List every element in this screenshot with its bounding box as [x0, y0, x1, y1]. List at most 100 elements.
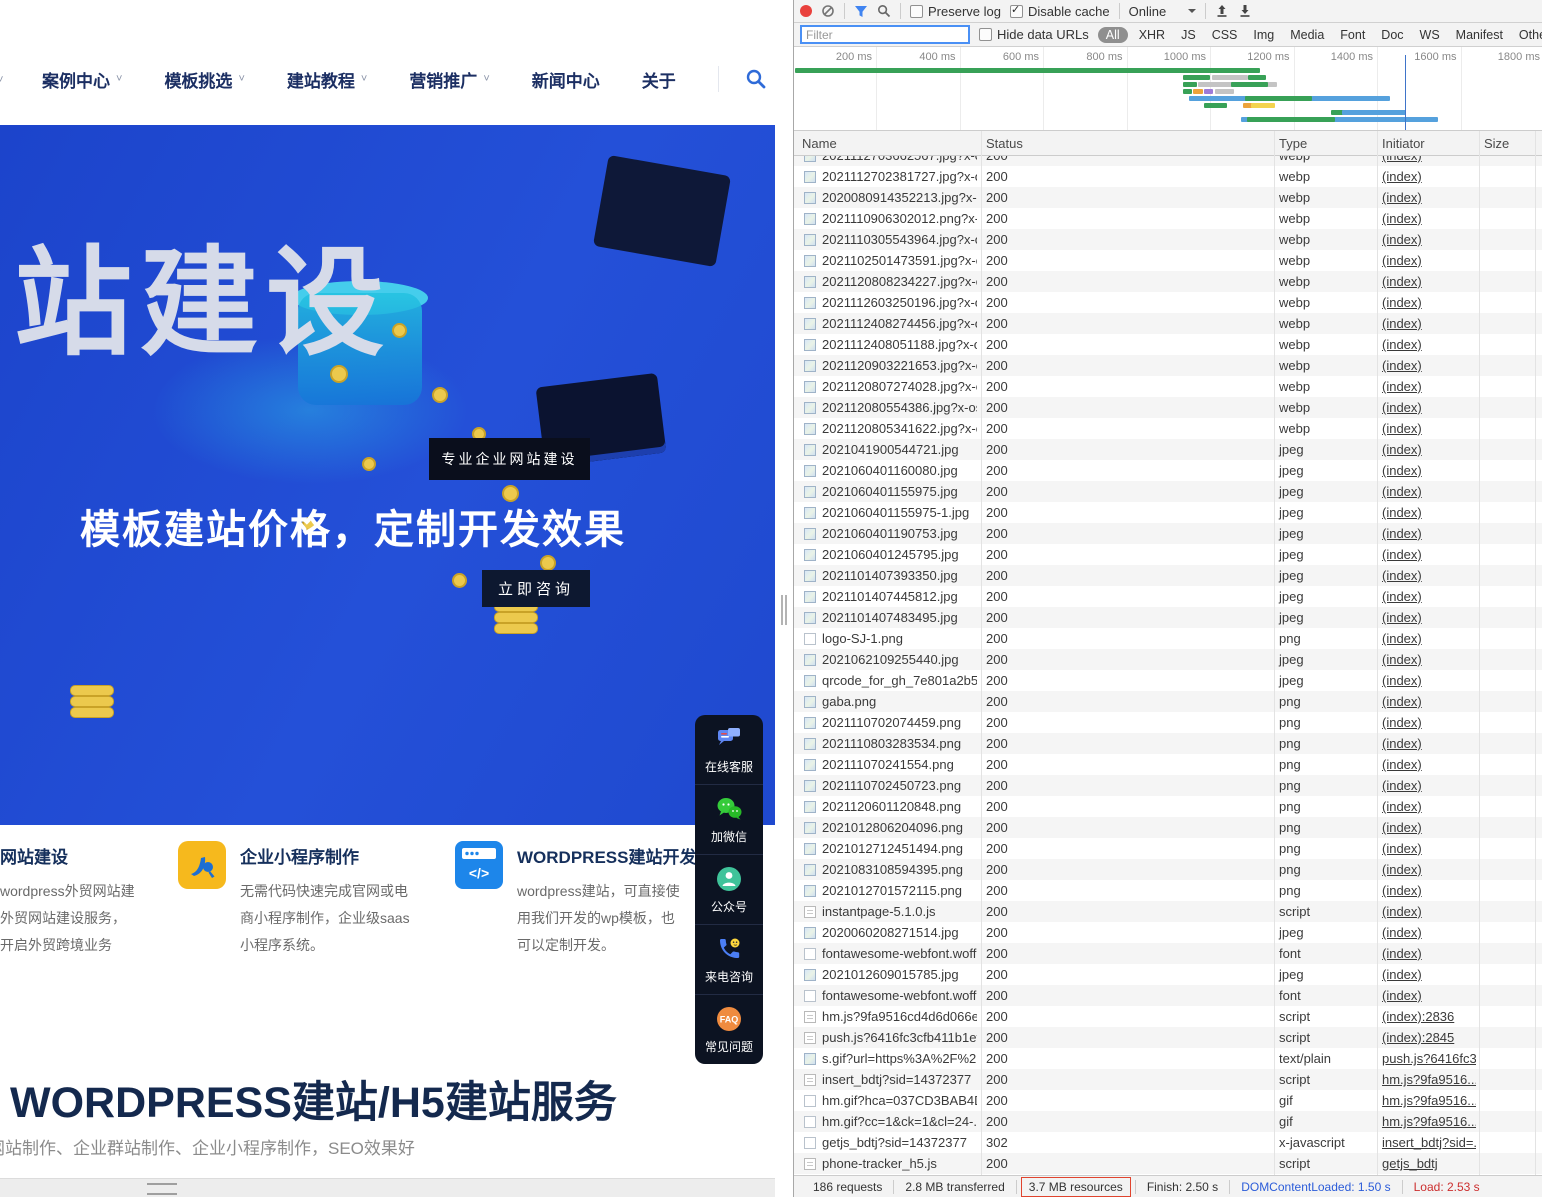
table-row[interactable]: 2021060401155975-1.jpg200jpeg(index)	[794, 502, 1542, 523]
table-row[interactable]: 2021012609015785.jpg200jpeg(index)	[794, 964, 1542, 985]
search-icon[interactable]	[877, 4, 891, 18]
request-initiator-link[interactable]: (index)	[1382, 610, 1476, 625]
filter-type-xhr[interactable]: XHR	[1134, 27, 1170, 43]
request-initiator-link[interactable]: (index)	[1382, 169, 1476, 184]
network-overview-waterfall[interactable]: 200 ms400 ms600 ms800 ms1000 ms1200 ms14…	[794, 47, 1542, 131]
contact-item-4[interactable]: FAQ常见问题	[695, 995, 763, 1064]
contact-item-1[interactable]: 加微信	[695, 785, 763, 855]
request-initiator-link[interactable]: (index)	[1382, 694, 1476, 709]
filter-type-font[interactable]: Font	[1335, 27, 1370, 43]
record-button[interactable]	[800, 5, 812, 17]
request-initiator-link[interactable]: (index)	[1382, 400, 1476, 415]
table-row[interactable]: 2021060401160080.jpg200jpeg(index)	[794, 460, 1542, 481]
table-row[interactable]: 2021012806204096.png200png(index)	[794, 817, 1542, 838]
filter-type-doc[interactable]: Doc	[1376, 27, 1408, 43]
horizontal-scroll-handle[interactable]	[147, 1183, 177, 1195]
request-initiator-link[interactable]: getjs_bdtj	[1382, 1156, 1476, 1171]
table-row[interactable]: hm.gif?hca=037CD3BAB4DA...200gifhm.js?9f…	[794, 1090, 1542, 1111]
filter-type-img[interactable]: Img	[1248, 27, 1279, 43]
table-row[interactable]: 2021060401155975.jpg200jpeg(index)	[794, 481, 1542, 502]
request-initiator-link[interactable]: (index)	[1382, 652, 1476, 667]
request-initiator-link[interactable]: (index)	[1382, 358, 1476, 373]
network-conditions-dropdown[interactable]: Online	[1129, 4, 1197, 19]
request-initiator-link[interactable]: (index)	[1382, 862, 1476, 877]
request-initiator-link[interactable]: (index)	[1382, 820, 1476, 835]
table-row[interactable]: 2021110702074459.png200png(index)	[794, 712, 1542, 733]
request-initiator-link[interactable]: (index)	[1382, 526, 1476, 541]
request-initiator-link[interactable]: (index)	[1382, 715, 1476, 730]
table-row[interactable]: 2021101407445812.jpg200jpeg(index)	[794, 586, 1542, 607]
table-row[interactable]: 2021120903221653.jpg?x-oss...200webp(ind…	[794, 355, 1542, 376]
table-row[interactable]: 2021112702381727.jpg?x-oss...200webp(ind…	[794, 166, 1542, 187]
nav-item-4[interactable]: 新闻中心	[532, 67, 600, 92]
request-initiator-link[interactable]: (index)	[1382, 337, 1476, 352]
consult-now-button[interactable]: 立即咨询	[482, 570, 590, 607]
request-initiator-link[interactable]: hm.js?9fa9516...:...	[1382, 1072, 1476, 1087]
column-header-type[interactable]: Type	[1279, 136, 1307, 151]
request-initiator-link[interactable]: (index)	[1382, 925, 1476, 940]
hide-data-urls-checkbox[interactable]: Hide data URLs	[979, 27, 1089, 42]
filter-icon[interactable]	[854, 5, 868, 18]
table-row[interactable]: fontawesome-webfont.woff...200font(index…	[794, 943, 1542, 964]
request-initiator-link[interactable]: (index)	[1382, 841, 1476, 856]
contact-item-0[interactable]: 在线客服	[695, 715, 763, 785]
nav-item-5[interactable]: 关于	[642, 67, 676, 92]
request-initiator-link[interactable]: push.js?6416fc3...	[1382, 1051, 1476, 1066]
table-row[interactable]: hm.gif?cc=1&ck=1&cl=24-...200gifhm.js?9f…	[794, 1111, 1542, 1132]
request-initiator-link[interactable]: (index)	[1382, 295, 1476, 310]
column-header-initiator[interactable]: Initiator	[1382, 136, 1425, 151]
request-initiator-link[interactable]: (index)	[1382, 757, 1476, 772]
nav-item-3[interactable]: 营销推广˅	[409, 67, 489, 92]
table-row[interactable]: 2021110906302012.png?x-os...200webp(inde…	[794, 208, 1542, 229]
filter-type-other[interactable]: Other	[1514, 27, 1542, 43]
request-initiator-link[interactable]: hm.js?9fa9516...:...	[1382, 1114, 1476, 1129]
filter-type-ws[interactable]: WS	[1415, 27, 1445, 43]
request-initiator-link[interactable]: (index)	[1382, 967, 1476, 982]
table-row[interactable]: hm.js?9fa9516cd4d6d066e72...200script(in…	[794, 1006, 1542, 1027]
request-initiator-link[interactable]: (index)	[1382, 421, 1476, 436]
request-initiator-link[interactable]: (index)	[1382, 778, 1476, 793]
table-row[interactable]: 202111070241554.png200png(index)	[794, 754, 1542, 775]
request-initiator-link[interactable]: (index):2845	[1382, 1030, 1476, 1045]
request-initiator-link[interactable]: (index)	[1382, 463, 1476, 478]
table-row[interactable]: 2021112408274456.jpg?x-oss...200webp(ind…	[794, 313, 1542, 334]
table-row[interactable]: 2021112408051188.jpg?x-oss...200webp(ind…	[794, 334, 1542, 355]
table-row[interactable]: logo-SJ-1.png200png(index)	[794, 628, 1542, 649]
table-row[interactable]: 2021101407483495.jpg200jpeg(index)	[794, 607, 1542, 628]
request-initiator-link[interactable]: (index)	[1382, 211, 1476, 226]
table-row[interactable]: 2021110803283534.png200png(index)	[794, 733, 1542, 754]
request-initiator-link[interactable]: (index)	[1382, 988, 1476, 1003]
nav-item-1[interactable]: 模板挑选˅	[164, 67, 244, 92]
request-initiator-link[interactable]: (index)	[1382, 253, 1476, 268]
table-row[interactable]: 2021060401190753.jpg200jpeg(index)	[794, 523, 1542, 544]
table-row[interactable]: 2021062109255440.jpg200jpeg(index)	[794, 649, 1542, 670]
table-row[interactable]: 2021083108594395.png200png(index)	[794, 859, 1542, 880]
filter-type-css[interactable]: CSS	[1207, 27, 1243, 43]
request-initiator-link[interactable]: (index)	[1382, 547, 1476, 562]
request-initiator-link[interactable]: (index)	[1382, 442, 1476, 457]
request-initiator-link[interactable]: (index)	[1382, 589, 1476, 604]
filter-type-manifest[interactable]: Manifest	[1451, 27, 1508, 43]
request-initiator-link[interactable]: (index)	[1382, 736, 1476, 751]
splitter-drag-handle[interactable]	[781, 595, 783, 625]
table-row[interactable]: getjs_bdtj?sid=14372377302x-javascriptin…	[794, 1132, 1542, 1153]
request-initiator-link[interactable]: (index)	[1382, 631, 1476, 646]
table-row[interactable]: 2021112603250196.jpg?x-oss...200webp(ind…	[794, 292, 1542, 313]
table-row[interactable]: 2021120805341622.jpg?x-oss...200webp(ind…	[794, 418, 1542, 439]
table-row[interactable]: 2021120807274028.jpg?x-oss...200webp(ind…	[794, 376, 1542, 397]
nav-item-0[interactable]: 案例中心˅	[42, 67, 122, 92]
table-row[interactable]: 2021012701572115.png200png(index)	[794, 880, 1542, 901]
table-row[interactable]: 2021101407393350.jpg200jpeg(index)	[794, 565, 1542, 586]
table-row[interactable]: phone-tracker_h5.js200scriptgetjs_bdtj	[794, 1153, 1542, 1174]
request-initiator-link[interactable]: (index)	[1382, 505, 1476, 520]
request-initiator-link[interactable]: (index)	[1382, 274, 1476, 289]
column-header-name[interactable]: Name	[802, 136, 837, 151]
table-row[interactable]: qrcode_for_gh_7e801a2b5d1...200jpeg(inde…	[794, 670, 1542, 691]
nav-item-2[interactable]: 建站教程˅	[287, 67, 367, 92]
column-header-size[interactable]: Size	[1484, 136, 1509, 151]
filter-type-media[interactable]: Media	[1285, 27, 1329, 43]
request-initiator-link[interactable]: (index)	[1382, 946, 1476, 961]
request-initiator-link[interactable]: insert_bdtj?sid=...	[1382, 1135, 1476, 1150]
request-initiator-link[interactable]: hm.js?9fa9516...:...	[1382, 1093, 1476, 1108]
table-row[interactable]: 2020080914352213.jpg?x-oss...200webp(ind…	[794, 187, 1542, 208]
